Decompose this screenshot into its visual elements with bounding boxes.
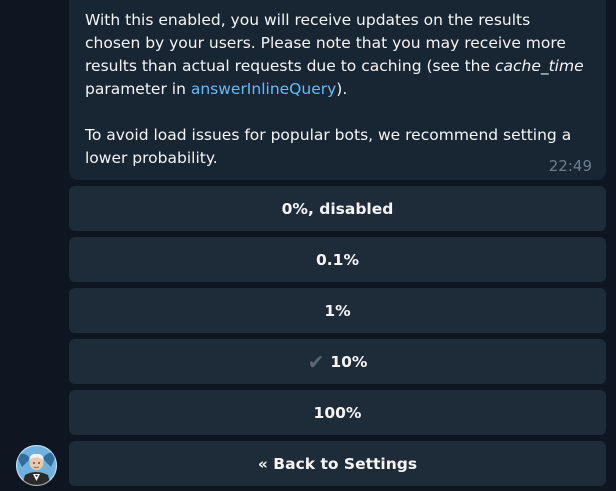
answer-inline-query-link[interactable]: answerInlineQuery	[191, 80, 336, 98]
checkmark-icon: ✔	[307, 349, 325, 374]
button-label: 1%	[324, 301, 351, 320]
option-0-percent-button[interactable]: 0%, disabled	[69, 186, 606, 231]
button-label: 100%	[313, 403, 362, 422]
message-paragraph-1: With this enabled, you will receive upda…	[85, 9, 590, 101]
message-text-part: With this enabled, you will receive upda…	[85, 11, 566, 75]
message-text-part: parameter in	[85, 80, 191, 98]
message-text-part: ).	[336, 80, 348, 98]
button-label: 10%	[330, 352, 368, 371]
option-10-percent-button[interactable]: ✔ 10%	[69, 339, 606, 384]
message-text: With this enabled, you will receive upda…	[85, 9, 590, 170]
message-emphasis: cache_time	[494, 57, 584, 75]
option-100-percent-button[interactable]: 100%	[69, 390, 606, 435]
back-to-settings-button[interactable]: « Back to Settings	[69, 441, 606, 486]
message-bubble: With this enabled, you will receive upda…	[69, 0, 606, 180]
button-label: « Back to Settings	[257, 454, 418, 473]
button-label: 0%, disabled	[281, 199, 394, 218]
bot-avatar[interactable]	[16, 445, 57, 486]
button-label: 0.1%	[316, 250, 359, 269]
option-1-percent-button[interactable]: 1%	[69, 288, 606, 333]
avatar-image	[16, 445, 57, 486]
message-timestamp: 22:49	[548, 157, 592, 175]
option-0-1-percent-button[interactable]: 0.1%	[69, 237, 606, 282]
message-paragraph-2: To avoid load issues for popular bots, w…	[85, 126, 572, 167]
